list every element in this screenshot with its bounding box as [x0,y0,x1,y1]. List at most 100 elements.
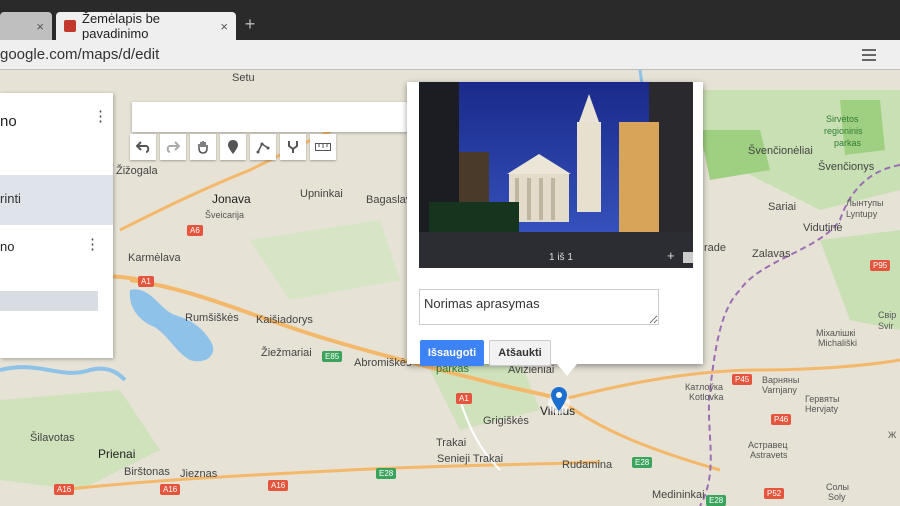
save-button[interactable]: Išsaugoti [420,340,484,366]
description-field[interactable]: Norimas aprasymas [419,289,659,325]
place-label: Sariai [768,201,797,213]
road-shield: A6 [187,225,203,236]
directions-button[interactable] [280,134,306,160]
place-label: Grigiškės [483,415,529,427]
road-shield: P45 [732,374,753,385]
pan-button[interactable] [190,134,216,160]
river [0,365,127,382]
feature-info-popup: 1 iš 1 + Norimas aprasymas Išsaugoti Atš… [407,82,703,376]
cathedral-photo [419,82,693,268]
road-shield: E85 [322,351,343,362]
place-label: rade [704,242,727,254]
draw-line-button[interactable] [250,134,276,160]
tab-active[interactable]: Žemėlapis be pavadinimo × [56,11,236,41]
place-label: Свір [878,310,897,320]
marker-icon [228,140,238,154]
browser-tab-bar: × Žemėlapis be pavadinimo × + [0,0,900,41]
place-label: parkas [834,138,862,148]
undo-icon [136,141,150,153]
place-label: Švenčionėliai [748,145,813,157]
layer-title[interactable]: no [0,239,14,254]
popup-pointer [557,364,577,376]
place-label: Катлоўка [685,382,723,392]
highway [559,358,900,402]
road-shield: A16 [160,484,181,495]
road-shield: P95 [870,260,891,271]
place-label: Birštonas [124,466,170,478]
directions-icon [288,141,298,153]
place-label: Lyntupy [846,209,878,219]
place-label: Trakai [436,437,467,449]
place-label: Sirvėtos [826,114,859,124]
add-marker-button[interactable] [220,134,246,160]
place-label: Jonava [212,192,251,206]
tab-inactive[interactable]: × [0,12,52,40]
place-label: Upninkai [300,188,343,200]
road-shield: P52 [764,488,785,499]
measure-button[interactable] [310,134,336,160]
redo-button[interactable] [160,134,186,160]
map-legend-panel: no ⋮ rinti no ⋮ [0,93,113,358]
layer-item[interactable] [0,291,98,311]
place-label: Žiežmariai [261,347,312,359]
place-label: Svir [878,321,894,331]
place-label: Kotlovka [689,392,724,402]
browser-menu-icon[interactable] [862,49,876,61]
hand-icon [198,141,208,154]
place-label: Варняны [762,375,800,385]
place-label: Міхалішкі [816,328,856,338]
map-canvas[interactable]: Setu Žižogala Jonava Šveicarija Upninkai… [0,70,900,506]
place-label: Kaišiadorys [256,314,313,326]
url-text[interactable]: google.com/maps/d/edit [0,46,159,63]
tab-close-icon[interactable]: × [220,19,228,34]
place-label: Vidutinė [803,222,843,234]
place-label: Karmėlava [128,252,181,264]
place-label: Soly [828,492,846,502]
road-shield: P46 [771,414,792,425]
place-label: Švenčionys [818,161,875,173]
place-label: Астравец [748,440,788,450]
tab-close-icon[interactable]: × [36,19,44,34]
map-title[interactable]: no [0,113,17,130]
place-label: Солы [826,482,850,492]
layer-options-icon[interactable]: ⋮ [85,235,100,253]
place-label: Abromiškės [354,357,412,369]
maps-favicon-icon [64,20,76,32]
place-label: Rumšiškės [185,312,239,324]
place-label: Varnjany [762,385,797,395]
place-label: Ж [888,430,897,440]
place-label: regioninis [824,126,863,136]
road-shield: E28 [376,468,397,479]
place-label: Лынтупы [846,198,884,208]
line-icon [256,142,270,154]
road-shield: A1 [456,393,472,404]
place-photo[interactable]: 1 iš 1 + [419,82,693,268]
place-label: Šveicarija [205,210,245,220]
place-label: Rudamina [562,459,613,471]
forest-area [250,220,400,300]
new-tab-button[interactable]: + [240,14,260,36]
more-options-icon[interactable]: ⋮ [93,107,108,125]
place-label: Astravets [750,450,788,460]
undo-button[interactable] [130,134,156,160]
road-shield: E28 [706,495,727,506]
map-pin-icon[interactable] [548,385,570,415]
place-label: Michališki [818,338,858,348]
panel-selected-item[interactable]: rinti [0,175,113,225]
place-label: Medininkai [652,489,705,501]
road-shield: A1 [138,276,154,287]
photo-counter: 1 iš 1 [549,252,573,263]
water-reservoir [129,289,214,362]
redo-icon [166,141,180,153]
place-label: Senieji Trakai [437,453,504,465]
road-shield: A16 [54,484,75,495]
address-bar[interactable]: google.com/maps/d/edit [0,40,900,70]
panel-item-label: rinti [0,191,21,206]
delete-photo-icon[interactable] [683,252,693,263]
tab-title: Žemėlapis be pavadinimo [82,11,161,41]
add-photo-icon[interactable]: + [667,248,675,263]
place-label: Zalavas [752,248,791,260]
place-label: Šilavotas [30,432,75,444]
cancel-button[interactable]: Atšaukti [489,340,551,366]
place-label: Jieznas [180,468,218,480]
